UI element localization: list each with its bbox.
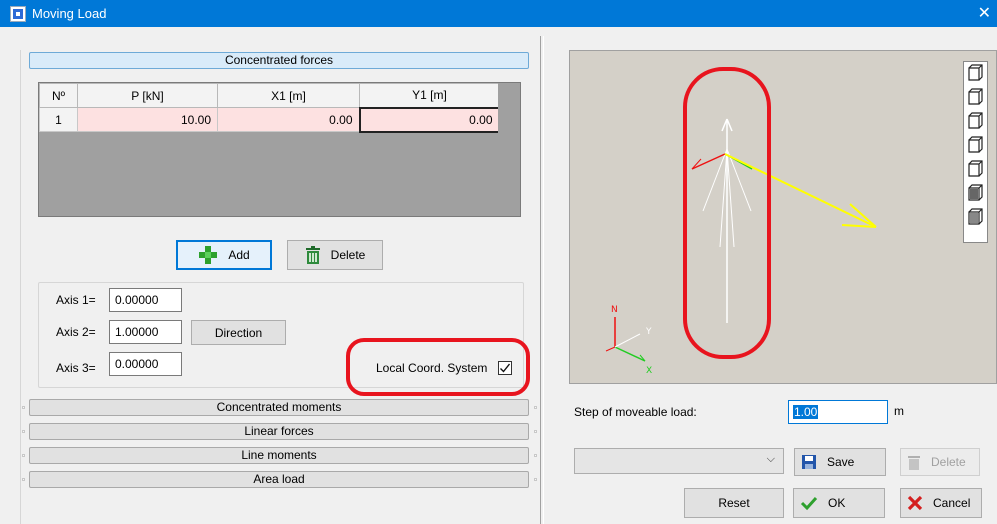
view-top-icon[interactable] (964, 182, 987, 206)
delete-button[interactable]: Delete (287, 240, 383, 270)
cell-x1[interactable]: 0.00 (217, 107, 360, 132)
row-tick (534, 430, 537, 433)
axis1-label: Axis 1= (56, 293, 96, 307)
cancel-label: Cancel (933, 496, 971, 510)
step-value: 1.00 (793, 405, 819, 419)
add-button[interactable]: Add (176, 240, 272, 270)
trash-icon (907, 454, 921, 470)
ok-label: OK (828, 496, 846, 510)
delete-preset-button[interactable]: Delete (900, 448, 980, 476)
chevron-down-icon: ⌵ (766, 453, 775, 465)
section-concentrated-moments[interactable]: Concentrated moments (29, 399, 529, 416)
trash-icon (305, 246, 321, 264)
step-label: Step of moveable load: (574, 405, 697, 419)
delete-label: Delete (330, 248, 366, 262)
row-tick (534, 406, 537, 409)
global-y-label: Y (645, 327, 652, 337)
forces-table: Nº P [kN] X1 [m] Y1 [m] 1 10.00 0.00 0.0… (39, 83, 501, 133)
highlight-oval-local-coord (346, 338, 530, 396)
save-button[interactable]: Save (794, 448, 886, 476)
preset-combo[interactable]: ⌵ (574, 448, 784, 474)
floppy-icon (801, 454, 817, 470)
table-row[interactable]: 1 10.00 0.00 0.00 (39, 106, 501, 133)
view-shaded-icon[interactable] (964, 206, 987, 230)
row-tick (534, 454, 537, 457)
cell-p[interactable]: 10.00 (77, 107, 218, 132)
view-front-icon[interactable] (964, 86, 987, 110)
splitter[interactable] (540, 36, 544, 524)
checkmark-icon (800, 495, 818, 511)
row-tick (22, 406, 25, 409)
row-tick (22, 454, 25, 457)
left-border (20, 50, 21, 524)
step-unit: m (894, 404, 904, 418)
plus-icon (198, 245, 218, 265)
highlight-oval-load (683, 67, 771, 359)
grid-scrollbar[interactable] (498, 83, 520, 216)
view-left-icon[interactable] (964, 134, 987, 158)
global-z-label: N (611, 305, 618, 315)
window-title: Moving Load (32, 6, 107, 21)
col-header-p[interactable]: P [kN] (77, 83, 218, 108)
close-icon (907, 495, 923, 511)
section-line-moments[interactable]: Line moments (29, 447, 529, 464)
add-label: Add (228, 248, 250, 262)
row-tick (22, 430, 25, 433)
row-tick (534, 478, 537, 481)
section-linear-forces[interactable]: Linear forces (29, 423, 529, 440)
cell-y1[interactable]: 0.00 (358, 106, 501, 133)
reset-button[interactable]: Reset (684, 488, 784, 518)
cell-no[interactable]: 1 (39, 107, 78, 132)
step-input[interactable]: 1.00 (788, 400, 888, 424)
axis3-input[interactable]: 0.00000 (109, 352, 182, 376)
forces-grid[interactable]: Nº P [kN] X1 [m] Y1 [m] 1 10.00 0.00 0.0… (38, 82, 521, 217)
col-header-x1[interactable]: X1 [m] (217, 83, 360, 108)
axis2-input[interactable]: 1.00000 (109, 320, 182, 344)
save-label: Save (827, 455, 855, 469)
direction-button[interactable]: Direction (191, 320, 286, 345)
load-preview-canvas[interactable]: N Y X (569, 50, 997, 384)
view-back-icon[interactable] (964, 110, 987, 134)
col-header-y1[interactable]: Y1 [m] (359, 83, 500, 108)
title-bar: Moving Load ✕ (0, 0, 997, 27)
ok-button[interactable]: OK (793, 488, 885, 518)
section-area-load[interactable]: Area load (29, 471, 529, 488)
preview-drawing: N Y X (605, 118, 877, 376)
row-tick (22, 478, 25, 481)
delete-preset-label: Delete (931, 455, 966, 469)
app-icon (10, 5, 26, 22)
axis1-input[interactable]: 0.00000 (109, 288, 182, 312)
cancel-button[interactable]: Cancel (900, 488, 982, 518)
axis3-label: Axis 3= (56, 361, 96, 375)
axis2-label: Axis 2= (56, 325, 96, 339)
section-concentrated-forces[interactable]: Concentrated forces (29, 52, 529, 69)
col-header-no[interactable]: Nº (39, 83, 78, 108)
view-right-icon[interactable] (964, 158, 987, 182)
view-toolbar (963, 61, 988, 243)
global-x-label: X (646, 366, 652, 376)
view-iso-icon[interactable] (964, 62, 987, 86)
close-button[interactable]: ✕ (978, 3, 991, 23)
